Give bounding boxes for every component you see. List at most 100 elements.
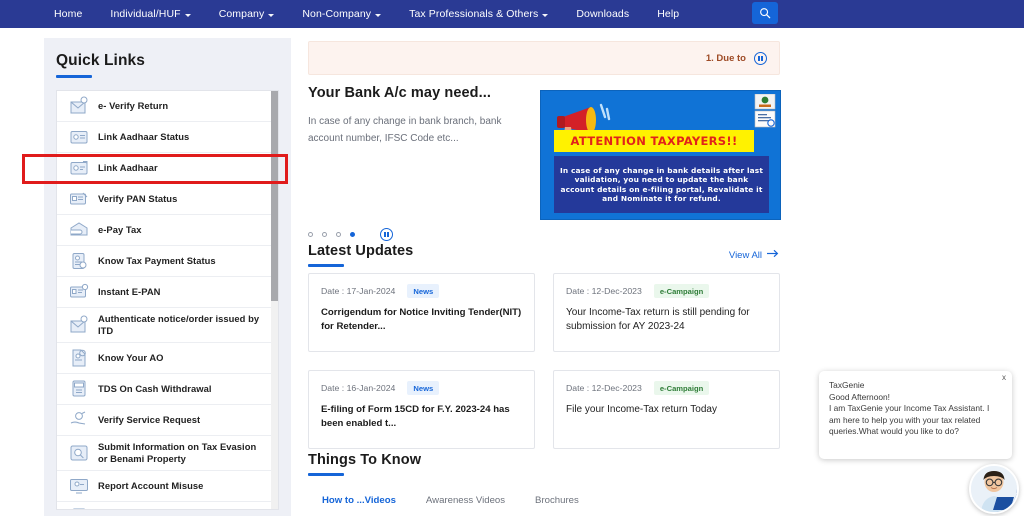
status-badge: News xyxy=(407,284,440,298)
sidebar-item-link-aadhaar[interactable]: Link Aadhaar xyxy=(57,153,278,184)
card-body: File your Income-Tax return Today xyxy=(566,404,717,415)
latest-updates-title: Latest Updates xyxy=(308,243,414,259)
latest-update-card[interactable]: Date : 12-Dec-2023 e-Campaign File your In… xyxy=(553,370,780,449)
latest-update-card[interactable]: Date : 12-Dec-2023 e-Campaign Your Income-… xyxy=(553,273,780,352)
chatbot-message: I am TaxGenie your Income Tax Assistant.… xyxy=(829,403,990,436)
alert-banner: 1. Due to xyxy=(308,41,780,75)
sidebar-scrollbar-track[interactable] xyxy=(271,91,278,509)
sidebar-item-tds-on-cash-withdrawal[interactable]: TDS On Cash Withdrawal xyxy=(57,374,278,405)
close-icon[interactable]: x xyxy=(1002,373,1006,382)
arrow-right-icon xyxy=(767,249,780,261)
quick-links-title: Quick Links xyxy=(56,52,145,69)
card-body: E-filing of Form 15CD for F.Y. 2023-24 h… xyxy=(321,404,510,429)
nav-item-home[interactable]: Home xyxy=(40,0,96,28)
things-to-know-section: Things To Know How to ...Videos Awareness… xyxy=(308,452,780,506)
sidebar-item-label: Know Your AO xyxy=(98,352,164,363)
hero-section: Your Bank A/c may need... In case of any… xyxy=(308,85,781,230)
sidebar-item-verify-pan-status[interactable]: Verify PAN Status xyxy=(57,184,278,215)
sidebar-item-label: Submit Information on Tax Evasion or Ben… xyxy=(98,441,257,464)
card-header: Date : 12-Dec-2023 e-Campaign xyxy=(566,284,767,298)
sidebar-item-label: Authenticate notice/order issued by ITD xyxy=(98,313,260,336)
title-underline xyxy=(56,75,92,78)
know-your-ao-icon xyxy=(69,348,89,368)
sidebar-scrollbar-thumb[interactable] xyxy=(271,91,278,301)
nav-item-label: Individual/HUF xyxy=(110,7,181,20)
calculator-icon xyxy=(69,507,89,509)
card-date: Date : 12-Dec-2023 xyxy=(566,286,642,296)
chatbot-name: TaxGenie xyxy=(829,380,865,390)
chatbot-popup: x TaxGenie Good Afternoon! I am TaxGenie… xyxy=(819,371,1012,459)
authenticate-notice-icon xyxy=(69,315,89,335)
latest-updates-cards: Date : 17-Jan-2024 News Corrigendum for No… xyxy=(308,273,780,449)
status-badge: e-Campaign xyxy=(653,284,710,298)
service-request-icon xyxy=(69,410,89,430)
wallet-icon xyxy=(69,220,89,240)
card-date: Date : 16-Jan-2024 xyxy=(321,383,396,393)
banner-headline: ATTENTION TAXPAYERS!! xyxy=(554,130,754,152)
status-badge: e-Campaign xyxy=(653,381,710,395)
card-body: Corrigendum for Notice Inviting Tender(N… xyxy=(321,307,522,332)
chevron-down-icon xyxy=(184,13,191,17)
banner-body: In case of any change in bank details af… xyxy=(554,156,769,213)
aadhaar-card-icon xyxy=(69,127,89,147)
pan-card-icon xyxy=(69,189,89,209)
sidebar-item-know-your-ao[interactable]: Know Your AO xyxy=(57,343,278,374)
sidebar-item-label: TDS On Cash Withdrawal xyxy=(98,383,212,394)
page-root: Home Individual/HUF Company Non-Company Tax … xyxy=(0,0,1024,516)
latest-update-card[interactable]: Date : 16-Jan-2024 News E-filing of Form 1… xyxy=(308,370,535,449)
status-badge: News xyxy=(407,381,440,395)
carousel-dot-4[interactable] xyxy=(350,232,355,237)
payment-status-icon xyxy=(69,251,89,271)
alert-pause-icon[interactable] xyxy=(754,51,767,65)
sidebar-item-label: Verify PAN Status xyxy=(98,193,178,204)
tab-awareness-videos[interactable]: Awareness Videos xyxy=(426,495,505,506)
chevron-down-icon xyxy=(268,13,275,17)
hero-banner-image[interactable]: ATTENTION TAXPAYERS!! In case of any cha… xyxy=(540,90,781,220)
sidebar-item-label: Instant E-PAN xyxy=(98,286,161,297)
sidebar-item-know-tax-payment-status[interactable]: Know Tax Payment Status xyxy=(57,246,278,277)
sidebar-item-label: Verify Service Request xyxy=(98,414,201,425)
card-header: Date : 16-Jan-2024 News xyxy=(321,381,522,395)
sidebar-item-label: Link Aadhaar Status xyxy=(98,131,190,142)
sidebar-item-e-pay-tax[interactable]: e-Pay Tax xyxy=(57,215,278,246)
tab-brochures[interactable]: Brochures xyxy=(535,495,579,506)
chatbot-avatar-icon[interactable] xyxy=(969,464,1019,514)
carousel-dot-3[interactable] xyxy=(336,232,341,237)
sidebar-item-verify-service-request[interactable]: Verify Service Request xyxy=(57,405,278,436)
sidebar-item-label: Link Aadhaar xyxy=(98,162,158,173)
sidebar-item-label: Know Tax Payment Status xyxy=(98,255,216,266)
banner-headline-text: ATTENTION TAXPAYERS!! xyxy=(570,134,738,148)
view-all-link[interactable]: View All xyxy=(729,249,780,261)
cash-withdrawal-icon xyxy=(69,379,89,399)
sidebar-item-submit-information-on-tax-evasion-or-benami-property[interactable]: Submit Information on Tax Evasion or Ben… xyxy=(57,436,278,471)
sidebar-item-report-account-misuse[interactable]: Report Account Misuse xyxy=(57,471,278,502)
nav-item-company[interactable]: Company xyxy=(205,0,289,28)
sidebar-item-instant-e-pan[interactable]: Instant E-PAN xyxy=(57,277,278,308)
latest-updates-underline xyxy=(308,264,344,267)
epan-card-icon xyxy=(69,282,89,302)
nav-item-individual-huf[interactable]: Individual/HUF xyxy=(96,0,204,28)
sidebar-item-label: e- Verify Return xyxy=(98,100,169,111)
tab-how-to-videos[interactable]: How to ...Videos xyxy=(322,495,396,506)
aadhaar-link-icon xyxy=(69,158,89,178)
carousel-dot-2[interactable] xyxy=(322,232,327,237)
sidebar-item-label: e-Pay Tax xyxy=(98,224,142,235)
sidebar-item-authenticate-notice-order-issued-by-itd[interactable]: Authenticate notice/order issued by ITD xyxy=(57,308,278,343)
sidebar-item-e-verify-return[interactable]: e- Verify Return xyxy=(57,91,278,122)
verify-envelope-icon xyxy=(69,96,89,116)
banner-body-text: In case of any change in bank details af… xyxy=(559,166,764,203)
things-to-know-title: Things To Know xyxy=(308,452,422,468)
latest-update-card[interactable]: Date : 17-Jan-2024 News Corrigendum for No… xyxy=(308,273,535,352)
card-header: Date : 17-Jan-2024 News xyxy=(321,284,522,298)
alert-text: 1. Due to xyxy=(705,52,746,64)
govt-emblem-icon xyxy=(754,94,776,128)
carousel-dot-1[interactable] xyxy=(308,232,313,237)
nav-item-label: Home xyxy=(54,7,83,20)
card-body: Your Income-Tax return is still pending … xyxy=(566,307,750,332)
nav-item-label: Company xyxy=(218,7,265,20)
view-all-label: View All xyxy=(728,249,762,261)
sidebar-item-income-tax-calculator[interactable]: Income Tax Calculator xyxy=(57,502,278,509)
carousel-pause-icon[interactable] xyxy=(380,228,393,241)
card-date: Date : 12-Dec-2023 xyxy=(566,383,642,393)
sidebar-item-link-aadhaar-status[interactable]: Link Aadhaar Status xyxy=(57,122,278,153)
